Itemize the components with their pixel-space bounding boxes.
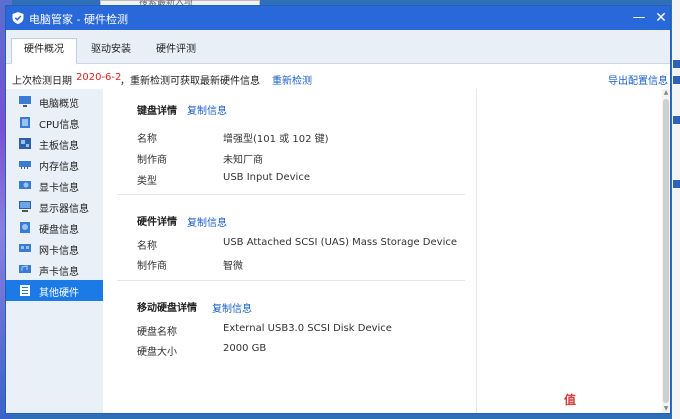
copy-info-link-keyboard[interactable]: 复制信息 — [187, 102, 227, 117]
shield-icon — [12, 12, 24, 24]
row-label: 类型 — [137, 176, 157, 187]
row-label: 名称 — [137, 241, 157, 252]
sidebar-item-label: 显卡信息 — [39, 183, 79, 194]
row-value: 智微 — [223, 261, 243, 272]
row-label: 制作商 — [137, 261, 167, 272]
row-value: 2000 GB — [223, 343, 267, 354]
hard-disk-icon — [20, 222, 30, 233]
vertical-scrollbar[interactable]: ▲ ▼ — [662, 89, 670, 413]
memory-icon — [19, 161, 31, 169]
row-label: 硬盘大小 — [137, 347, 177, 358]
section-title-hardware: 硬件详情 — [137, 217, 177, 228]
sidebar-item-motherboard[interactable]: 主板信息 — [6, 133, 103, 154]
minimize-button[interactable]: — — [630, 9, 648, 27]
section-title-portable-disk: 移动硬盘详情 — [137, 303, 197, 314]
hardware-check-window: 电脑管家 - 硬件检测 — ✕ 硬件概况 驱动安装 硬件评测 上次检测日期 20… — [5, 5, 671, 414]
section-divider — [117, 280, 465, 281]
sidebar-item-label: 内存信息 — [39, 162, 79, 173]
sidebar-item-computer-overview[interactable]: 电脑概览 — [6, 91, 103, 112]
row-value: USB Input Device — [223, 172, 310, 183]
computer-icon — [19, 96, 31, 107]
desktop-background-right — [672, 0, 680, 419]
row-value: 未知厂商 — [223, 155, 263, 166]
motherboard-icon — [19, 138, 31, 149]
scroll-up-icon[interactable]: ▲ — [662, 89, 670, 97]
sidebar-item-other-hardware[interactable]: 其他硬件 — [6, 280, 103, 301]
rescan-link[interactable]: 重新检测 — [272, 72, 312, 87]
tab-hardware-benchmark[interactable]: 硬件评测 — [146, 39, 206, 64]
last-check-date: 2020-6-2 — [76, 72, 122, 83]
export-config-link[interactable]: 导出配置信息 — [608, 72, 668, 87]
sidebar-item-sound-card[interactable]: 声卡信息 — [6, 259, 103, 280]
info-bar: 上次检测日期 2020-6-2 ，重新检测可获取最新硬件信息 重新检测 导出配置… — [6, 65, 670, 89]
sidebar-item-graphics-card[interactable]: 显卡信息 — [6, 175, 103, 196]
sidebar-item-memory[interactable]: 内存信息 — [6, 154, 103, 175]
title-bar[interactable]: 电脑管家 - 硬件检测 — ✕ — [6, 6, 670, 30]
row-label: 制作商 — [137, 155, 167, 166]
row-label: 名称 — [137, 134, 157, 145]
tab-hardware-overview[interactable]: 硬件概况 — [11, 38, 77, 64]
sidebar-item-label: 主板信息 — [39, 141, 79, 152]
tab-driver-install[interactable]: 驱动安装 — [79, 39, 143, 64]
sidebar-item-cpu[interactable]: CPU信息 — [6, 112, 103, 133]
other-hardware-icon — [20, 285, 30, 296]
sidebar-item-hard-disk[interactable]: 硬盘信息 — [6, 217, 103, 238]
network-card-icon — [19, 244, 31, 252]
sidebar-item-label: 其他硬件 — [39, 288, 79, 299]
details-content: 键盘详情 复制信息 名称 增强型(101 或 102 键) 制作商 未知厂商 类… — [103, 89, 670, 413]
scrollbar-thumb[interactable] — [663, 99, 669, 403]
cpu-icon — [20, 117, 30, 128]
sidebar-item-label: 声卡信息 — [39, 267, 79, 278]
sidebar-item-label: CPU信息 — [39, 120, 80, 131]
row-label: 硬盘名称 — [137, 327, 177, 338]
close-button[interactable]: ✕ — [652, 9, 670, 27]
last-check-hint: ，重新检测可获取最新硬件信息 — [120, 76, 260, 87]
sidebar: 电脑概览 CPU信息 主板信息 内存信息 显卡信息 显示器信息 硬盘信息 网卡信… — [6, 89, 103, 413]
row-value: External USB3.0 SCSI Disk Device — [223, 323, 392, 334]
row-value: USB Attached SCSI (UAS) Mass Storage Dev… — [223, 237, 458, 248]
section-divider — [117, 194, 465, 195]
window-title: 电脑管家 - 硬件检测 — [29, 13, 128, 26]
sidebar-item-network-card[interactable]: 网卡信息 — [6, 238, 103, 259]
right-side-panel — [476, 89, 659, 413]
graphics-card-icon — [19, 181, 31, 189]
sidebar-item-label: 显示器信息 — [39, 204, 89, 215]
copy-info-link-hardware[interactable]: 复制信息 — [187, 214, 227, 229]
copy-info-link-portable-disk[interactable]: 复制信息 — [212, 300, 252, 315]
watermark-badge: 值 — [560, 390, 580, 410]
sidebar-item-monitor[interactable]: 显示器信息 — [6, 196, 103, 217]
row-value: 增强型(101 或 102 键) — [223, 134, 329, 145]
tab-bar: 硬件概况 驱动安装 硬件评测 — [6, 30, 670, 64]
monitor-icon — [19, 201, 31, 212]
section-title-keyboard: 键盘详情 — [137, 106, 177, 117]
scroll-down-icon[interactable]: ▼ — [662, 405, 670, 413]
sidebar-item-label: 硬盘信息 — [39, 225, 79, 236]
sidebar-item-label: 网卡信息 — [39, 246, 79, 257]
last-check-label: 上次检测日期 — [12, 76, 72, 87]
sound-card-icon — [19, 265, 31, 273]
sidebar-item-label: 电脑概览 — [39, 99, 79, 110]
watermark-text: 什么值得买 — [586, 395, 641, 408]
